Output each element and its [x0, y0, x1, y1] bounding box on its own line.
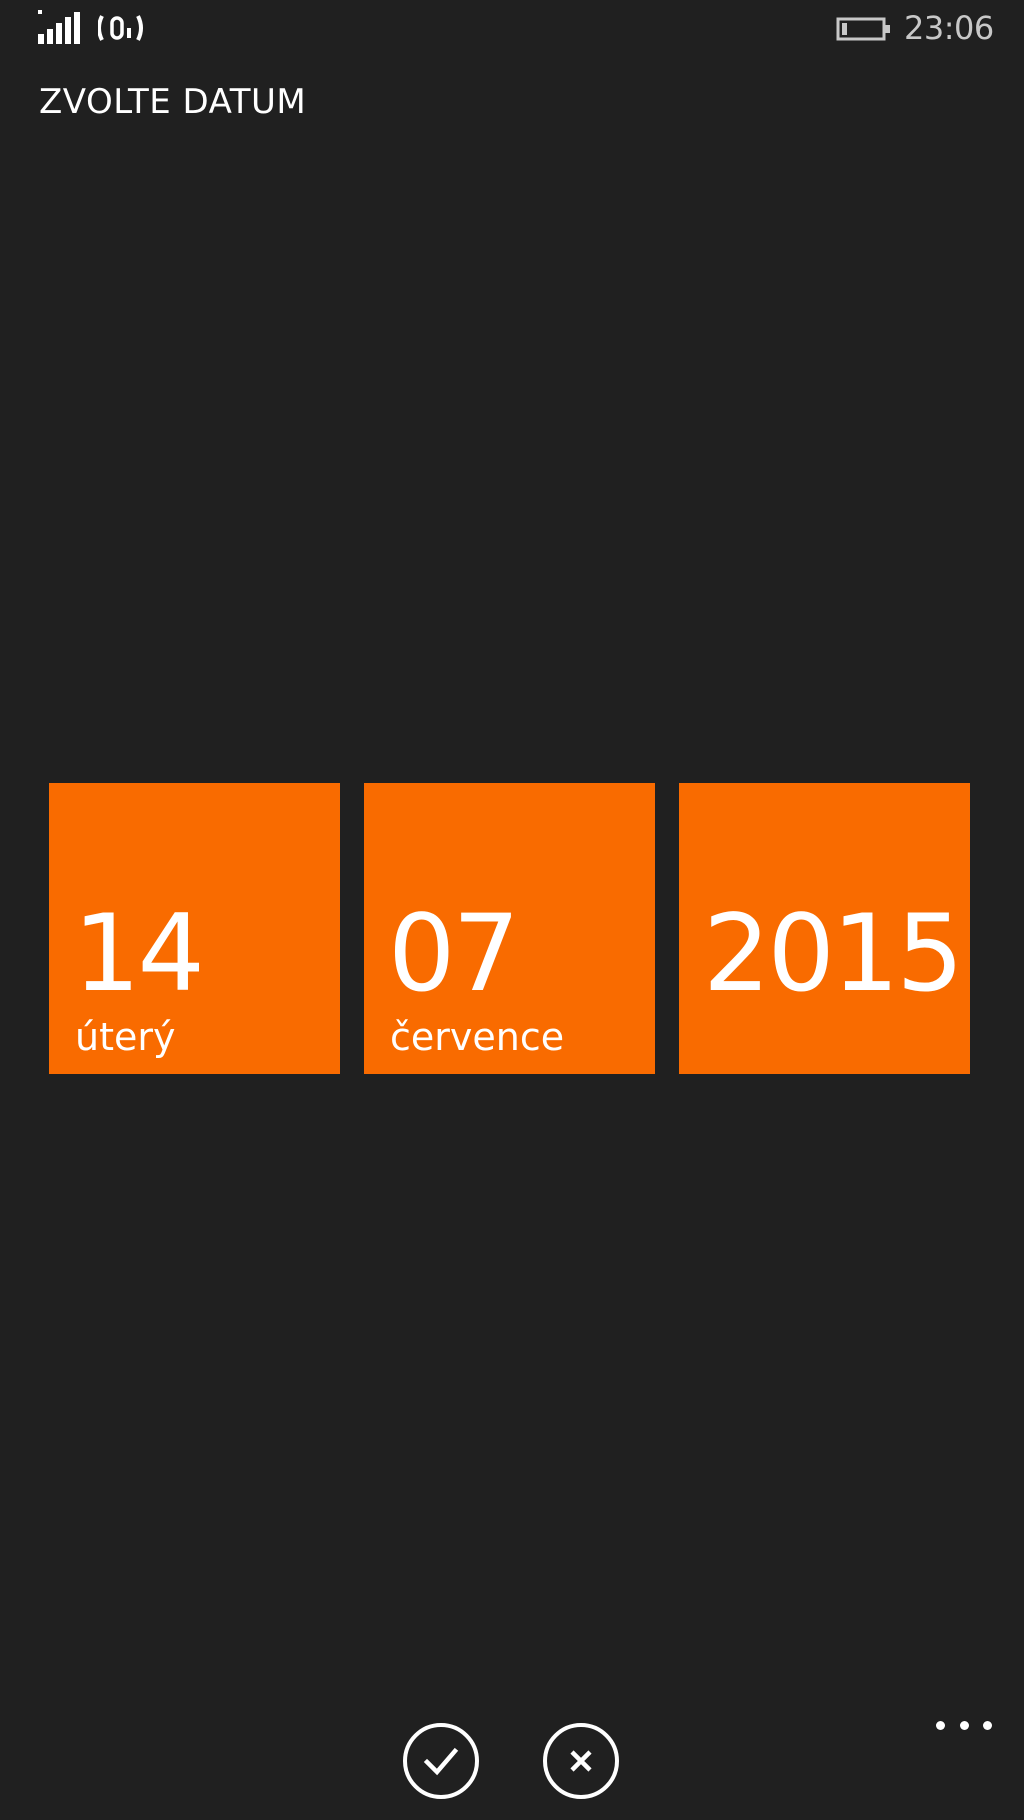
page-title: ZVOLTE DATUM	[39, 82, 307, 122]
ellipsis-icon	[936, 1720, 945, 1730]
signal-strength-icon	[38, 10, 80, 44]
month-picker-tile[interactable]: 07 července	[364, 783, 655, 1074]
day-number: 14	[73, 892, 205, 1015]
ellipsis-icon	[983, 1720, 992, 1730]
month-number: 07	[388, 892, 520, 1015]
month-name: července	[390, 1015, 565, 1059]
accept-button[interactable]	[403, 1723, 479, 1799]
year-number: 2015	[703, 892, 964, 1015]
battery-icon	[836, 17, 890, 41]
ellipsis-icon	[959, 1720, 969, 1730]
wifi-icon	[98, 15, 143, 41]
checkmark-icon	[423, 1747, 459, 1776]
close-icon	[570, 1750, 592, 1772]
cancel-button[interactable]	[543, 1723, 619, 1799]
day-name: úterý	[75, 1015, 176, 1059]
year-picker-tile[interactable]: 2015	[679, 783, 970, 1074]
more-options-button[interactable]	[936, 1710, 992, 1740]
status-bar: 23:06	[0, 0, 1024, 60]
day-picker-tile[interactable]: 14 úterý	[49, 783, 340, 1074]
status-time: 23:06	[904, 9, 994, 47]
